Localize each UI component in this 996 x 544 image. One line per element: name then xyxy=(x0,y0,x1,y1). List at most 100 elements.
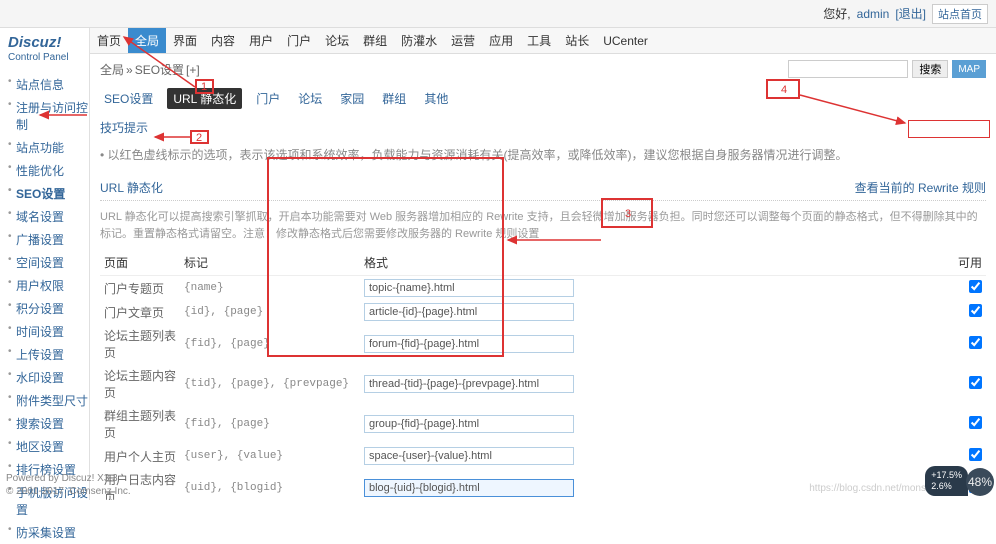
format-input[interactable] xyxy=(364,335,574,353)
sidebar: Discuz! Control Panel 站点信息注册与访问控制站点功能性能优… xyxy=(0,28,90,500)
section-title: URL 静态化 xyxy=(100,179,163,196)
th-tag: 标记 xyxy=(180,250,360,276)
table-row: 门户文章页{id}, {page} xyxy=(100,300,986,324)
cell-tag: {name} xyxy=(180,276,360,301)
sidebar-item-10[interactable]: 时间设置 xyxy=(8,320,89,343)
sidebar-item-0[interactable]: 站点信息 xyxy=(8,73,89,96)
sidebar-item-18[interactable]: 防采集设置 xyxy=(8,521,89,544)
section-desc: URL 静态化可以提高搜索引擎抓取，开启本功能需要对 Web 服务器增加相应的 … xyxy=(100,205,986,250)
table-row: 用户个人主页{user}, {value} xyxy=(100,444,986,468)
th-page: 页面 xyxy=(100,250,180,276)
speed-percent: 48% xyxy=(966,468,994,496)
logo-subtitle: Control Panel xyxy=(8,52,89,63)
footer: Powered by Discuz! X3.3 © 2001-2017, Com… xyxy=(6,472,131,498)
cell-page: 用户个人主页 xyxy=(100,444,180,468)
sidebar-item-11[interactable]: 上传设置 xyxy=(8,343,89,366)
sidebar-item-5[interactable]: 域名设置 xyxy=(8,205,89,228)
nav-tab-5[interactable]: 门户 xyxy=(280,28,318,53)
view-rewrite-link[interactable]: 查看当前的 Rewrite 规则 xyxy=(855,179,986,196)
table-row: 论坛主题内容页{tid}, {page}, {prevpage} xyxy=(100,364,986,404)
avail-checkbox[interactable] xyxy=(969,416,982,429)
sub-tab-3[interactable]: 论坛 xyxy=(294,88,326,109)
search-input[interactable] xyxy=(788,60,908,78)
sub-tab-5[interactable]: 群组 xyxy=(378,88,410,109)
cell-tag: {fid}, {page} xyxy=(180,324,360,364)
table-row: 论坛主题列表页{fid}, {page} xyxy=(100,324,986,364)
cell-page: 论坛主题内容页 xyxy=(100,364,180,404)
breadcrumb-part-0: 全局 xyxy=(100,63,124,77)
th-fmt: 格式 xyxy=(360,250,946,276)
cell-page: 门户文章页 xyxy=(100,300,180,324)
rules-table: 页面 标记 格式 可用 门户专题页{name}门户文章页{id}, {page}… xyxy=(100,250,986,500)
sidebar-item-13[interactable]: 附件类型尺寸 xyxy=(8,389,89,412)
sidebar-item-2[interactable]: 站点功能 xyxy=(8,136,89,159)
table-row: 门户专题页{name} xyxy=(100,276,986,301)
nav-tab-13[interactable]: UCenter xyxy=(596,28,655,53)
search-button[interactable]: 搜索 xyxy=(912,60,948,78)
format-input[interactable] xyxy=(364,447,574,465)
sub-tab-6[interactable]: 其他 xyxy=(420,88,452,109)
nav-tab-11[interactable]: 工具 xyxy=(520,28,558,53)
cell-page: 门户专题页 xyxy=(100,276,180,301)
sub-tab-2[interactable]: 门户 xyxy=(252,88,284,109)
avail-checkbox[interactable] xyxy=(969,280,982,293)
sidebar-item-14[interactable]: 搜索设置 xyxy=(8,412,89,435)
sidebar-item-8[interactable]: 用户权限 xyxy=(8,274,89,297)
map-button[interactable]: MAP xyxy=(952,60,986,78)
nav-tab-6[interactable]: 论坛 xyxy=(318,28,356,53)
nav-tab-1[interactable]: 全局 xyxy=(128,28,166,53)
greeting: 您好, xyxy=(823,5,850,22)
logout-link[interactable]: [退出] xyxy=(895,5,926,22)
format-input[interactable] xyxy=(364,303,574,321)
sidebar-item-4[interactable]: SEO设置 xyxy=(8,182,89,205)
site-home-button[interactable]: 站点首页 xyxy=(932,4,988,24)
sidebar-item-15[interactable]: 地区设置 xyxy=(8,435,89,458)
format-input[interactable] xyxy=(364,375,574,393)
nav-tab-3[interactable]: 内容 xyxy=(204,28,242,53)
sub-tabs: SEO设置 URL 静态化门户论坛家园群组其他 xyxy=(90,84,996,113)
tips-body: • 以红色虚线标示的选项，表示该选项和系统效率，负载能力与资源消耗有关(提高效率… xyxy=(100,142,986,175)
sidebar-item-12[interactable]: 水印设置 xyxy=(8,366,89,389)
nav-tab-9[interactable]: 运营 xyxy=(444,28,482,53)
table-row: 群组主题列表页{fid}, {page} xyxy=(100,404,986,444)
cell-tag: {id}, {page} xyxy=(180,300,360,324)
sub-tab-1[interactable]: URL 静态化 xyxy=(167,88,242,109)
nav-tab-4[interactable]: 用户 xyxy=(242,28,280,53)
top-bar: 您好, admin [退出] 站点首页 xyxy=(0,0,996,28)
logo: Discuz! xyxy=(8,34,89,51)
nav-tab-10[interactable]: 应用 xyxy=(482,28,520,53)
nav-tab-7[interactable]: 群组 xyxy=(356,28,394,53)
avail-checkbox[interactable] xyxy=(969,336,982,349)
avail-checkbox[interactable] xyxy=(969,304,982,317)
format-input[interactable] xyxy=(364,279,574,297)
speed-bubble: +17.5%2.6% xyxy=(925,466,968,496)
avail-checkbox[interactable] xyxy=(969,376,982,389)
nav-tabs: 首页全局界面内容用户门户论坛群组防灌水运营应用工具站长UCenter xyxy=(90,28,996,54)
sub-tab-4[interactable]: 家园 xyxy=(336,88,368,109)
sidebar-item-7[interactable]: 空间设置 xyxy=(8,251,89,274)
cell-tag: {user}, {value} xyxy=(180,444,360,468)
breadcrumb-bar: 全局»SEO设置[+] 搜索 MAP xyxy=(90,54,996,84)
breadcrumb-part-2: SEO设置 xyxy=(135,63,184,77)
sidebar-item-3[interactable]: 性能优化 xyxy=(8,159,89,182)
nav-tab-12[interactable]: 站长 xyxy=(558,28,596,53)
tips-title: 技巧提示 xyxy=(100,113,986,142)
th-avail: 可用 xyxy=(946,250,986,276)
sidebar-item-1[interactable]: 注册与访问控制 xyxy=(8,96,89,136)
format-input[interactable] xyxy=(364,479,574,497)
sub-tab-0[interactable]: SEO设置 xyxy=(100,88,157,109)
sidebar-item-9[interactable]: 积分设置 xyxy=(8,297,89,320)
cell-tag: {tid}, {page}, {prevpage} xyxy=(180,364,360,404)
cell-tag: {uid}, {blogid} xyxy=(180,468,360,500)
avail-checkbox[interactable] xyxy=(969,448,982,461)
nav-tab-8[interactable]: 防灌水 xyxy=(394,28,444,53)
sidebar-item-6[interactable]: 广播设置 xyxy=(8,228,89,251)
nav-tab-0[interactable]: 首页 xyxy=(90,28,128,53)
cell-page: 论坛主题列表页 xyxy=(100,324,180,364)
user-link[interactable]: admin xyxy=(857,7,890,21)
nav-tab-2[interactable]: 界面 xyxy=(166,28,204,53)
breadcrumb-part-1: » xyxy=(126,63,133,77)
cell-page: 群组主题列表页 xyxy=(100,404,180,444)
breadcrumb-part-3[interactable]: [+] xyxy=(186,63,200,77)
format-input[interactable] xyxy=(364,415,574,433)
